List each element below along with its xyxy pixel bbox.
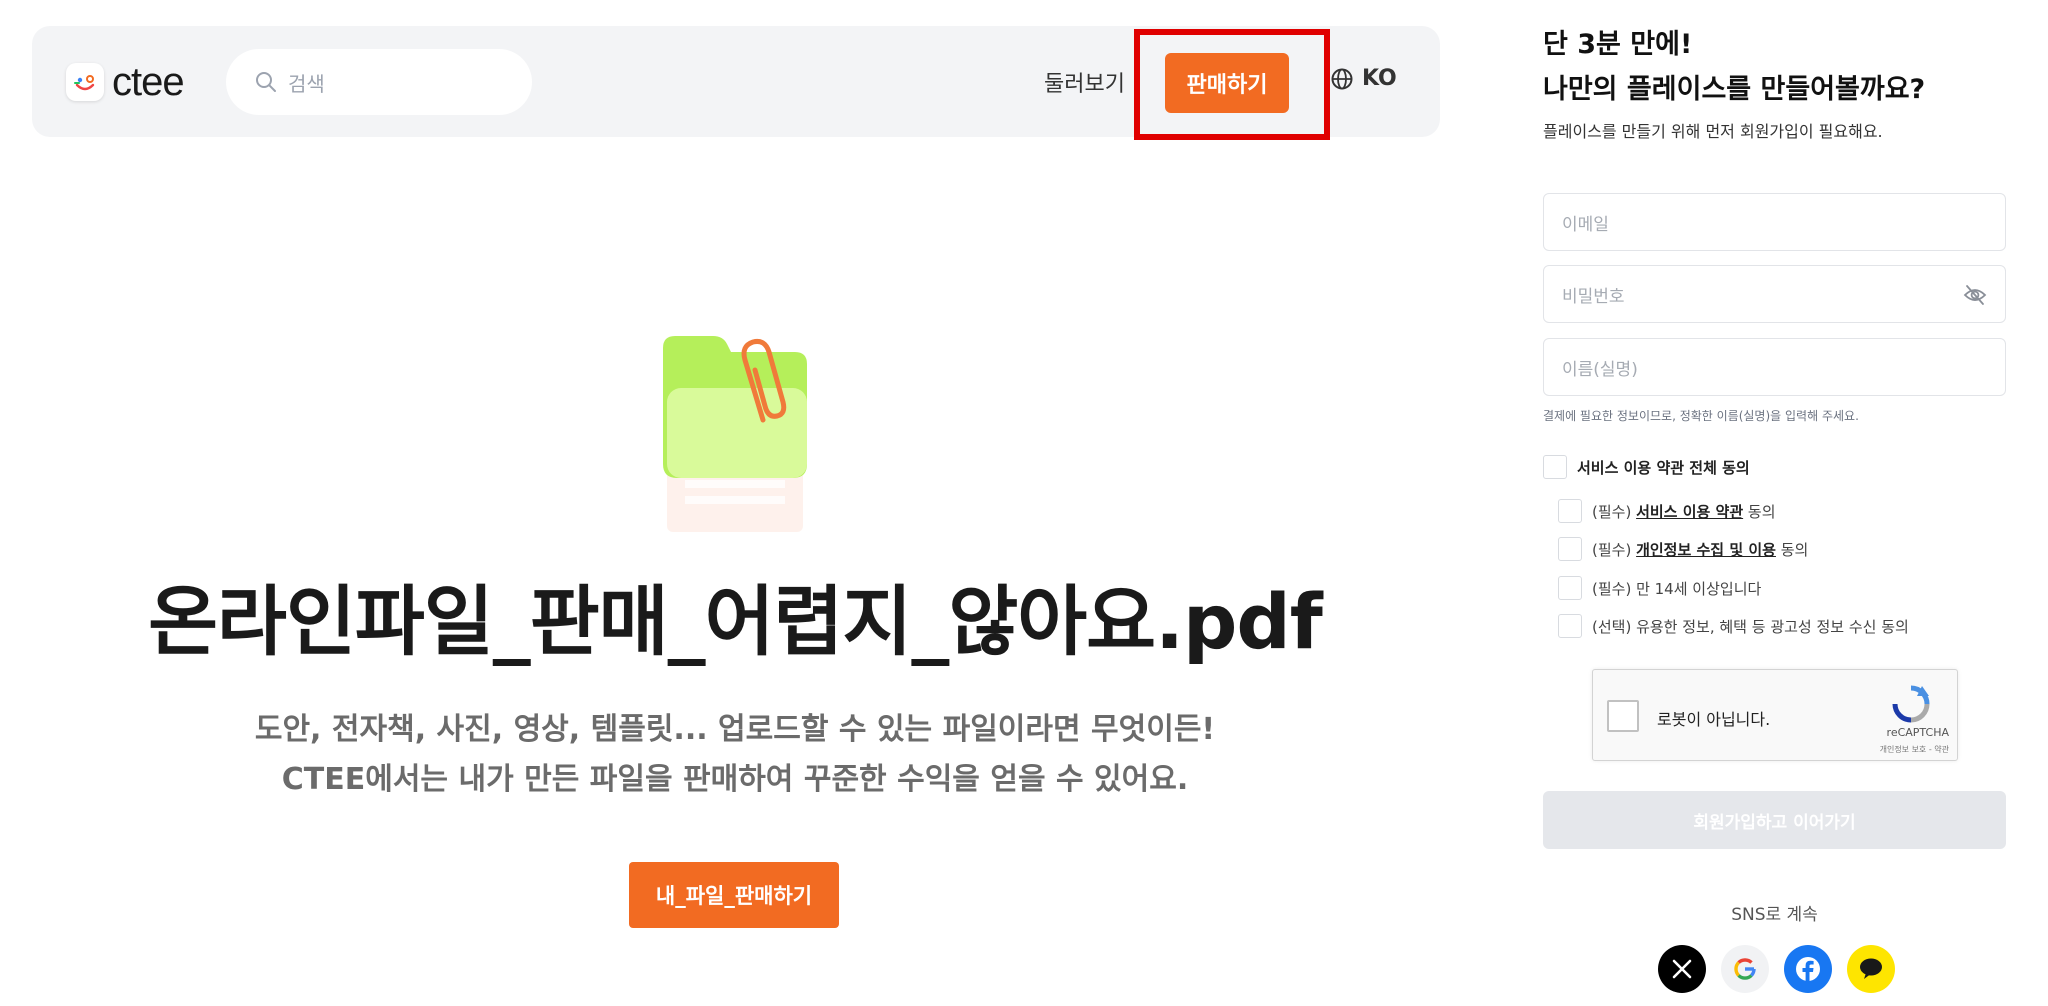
nav-browse-link[interactable]: 둘러보기 [1044, 66, 1125, 98]
hero-subtitle-line-1: 도안, 전자책, 사진, 영상, 템플릿... 업로드할 수 있는 파일이라면 … [254, 712, 1216, 747]
main-content: ctee 검색 둘러보기 판매하기 KO 온라인파일_판매_어렵지_않아요.pd… [0, 0, 1470, 1006]
agree-all-label: 서비스 이용 약관 전체 동의 [1577, 458, 1750, 477]
checkbox[interactable] [1558, 537, 1582, 561]
hero-title: 온라인파일_판매_어렵지_않아요.pdf [148, 577, 1323, 666]
hero-subtitle: 도안, 전자책, 사진, 영상, 템플릿... 업로드할 수 있는 파일이라면 … [0, 705, 1470, 805]
search-input[interactable]: 검색 [226, 49, 532, 115]
name-field[interactable]: 이름(실명) [1543, 338, 2006, 396]
search-placeholder: 검색 [288, 71, 325, 96]
name-placeholder: 이름(실명) [1562, 359, 1638, 380]
sell-my-file-button[interactable]: 내_파일_판매하기 [629, 862, 839, 928]
logo[interactable]: ctee [66, 60, 185, 104]
top-navbar: ctee 검색 둘러보기 판매하기 KO [32, 26, 1440, 140]
x-login-button[interactable] [1658, 945, 1706, 993]
language-selector[interactable]: KO [1330, 66, 1397, 91]
terms-link[interactable]: 개인정보 수집 및 이용 [1636, 541, 1776, 559]
recaptcha-checkbox[interactable] [1607, 700, 1639, 732]
terms-link[interactable]: 서비스 이용 약관 [1636, 503, 1743, 521]
logo-text: ctee [112, 60, 185, 104]
signup-title-line-1: 단 3분 만에! [1543, 29, 1693, 60]
terms-label: (필수) 서비스 이용 약관 동의 [1592, 502, 1776, 521]
sell-button[interactable]: 판매하기 [1165, 53, 1289, 113]
google-login-button[interactable] [1721, 945, 1769, 993]
logo-icon [66, 63, 104, 101]
recaptcha-terms[interactable]: 개인정보 보호 - 약관 [1880, 744, 1949, 755]
language-label: KO [1362, 66, 1397, 91]
signup-title-line-2: 나만의 플레이스를 만들어볼까요? [1543, 74, 1926, 105]
recaptcha-icon [1892, 685, 1930, 723]
folder-illustration [663, 336, 807, 532]
password-field[interactable]: 비밀번호 [1543, 265, 2006, 323]
checkbox[interactable] [1558, 576, 1582, 600]
terms-label: (선택) 유용한 정보, 혜택 등 광고성 정보 수신 동의 [1592, 617, 1909, 636]
signup-panel: 단 3분 만에! 나만의 플레이스를 만들어볼까요? 플레이스를 만들기 위해 … [1543, 0, 2013, 1006]
email-field[interactable]: 이메일 [1543, 193, 2006, 251]
email-placeholder: 이메일 [1562, 214, 1609, 235]
hero-subtitle-line-2: CTEE에서는 내가 만든 파일을 판매하여 꾸준한 수익을 얻을 수 있어요. [281, 762, 1189, 797]
recaptcha-widget: 로봇이 아닙니다. reCAPTCHA 개인정보 보호 - 약관 [1592, 669, 1958, 761]
name-hint: 결제에 필요한 정보이므로, 정확한 이름(실명)을 입력해 주세요. [1543, 409, 1859, 423]
facebook-login-button[interactable] [1784, 945, 1832, 993]
facebook-icon [1796, 957, 1820, 982]
x-icon [1672, 959, 1692, 979]
signup-submit-button[interactable]: 회원가입하고 이어가기 [1543, 791, 2006, 849]
checkbox[interactable] [1558, 499, 1582, 523]
globe-icon [1331, 68, 1353, 89]
terms-checkbox-service[interactable]: (필수) 서비스 이용 약관 동의 [1558, 499, 1776, 523]
kakao-icon [1860, 958, 1882, 979]
terms-checkbox-marketing[interactable]: (선택) 유용한 정보, 혜택 등 광고성 정보 수신 동의 [1558, 614, 1909, 638]
eye-off-icon[interactable] [1963, 284, 1987, 306]
google-icon [1734, 958, 1756, 980]
sns-label: SNS로 계속 [1731, 905, 1818, 925]
password-placeholder: 비밀번호 [1562, 286, 1625, 307]
recaptcha-label: 로봇이 아닙니다. [1657, 710, 1771, 729]
checkbox[interactable] [1558, 614, 1582, 638]
search-icon [256, 72, 276, 92]
agree-all-checkbox[interactable]: 서비스 이용 약관 전체 동의 [1543, 455, 1750, 479]
checkbox[interactable] [1543, 455, 1567, 479]
signup-title: 단 3분 만에! 나만의 플레이스를 만들어볼까요? [1543, 22, 1925, 112]
terms-checkbox-privacy[interactable]: (필수) 개인정보 수집 및 이용 동의 [1558, 537, 1808, 561]
terms-checkbox-age[interactable]: (필수) 만 14세 이상입니다 [1558, 576, 1761, 600]
terms-label: (필수) 만 14세 이상입니다 [1592, 579, 1762, 598]
recaptcha-brand: reCAPTCHA [1886, 726, 1949, 739]
terms-label: (필수) 개인정보 수집 및 이용 동의 [1592, 540, 1809, 559]
kakao-login-button[interactable] [1847, 945, 1895, 993]
signup-description: 플레이스를 만들기 위해 먼저 회원가입이 필요해요. [1543, 122, 1883, 141]
